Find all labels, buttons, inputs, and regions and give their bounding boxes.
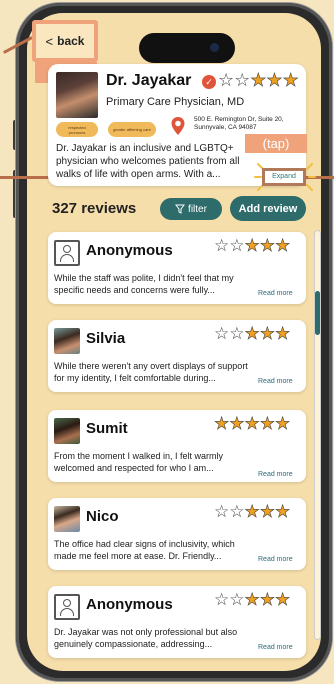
review-rating-stars: ☆☆★★★ xyxy=(214,236,291,256)
star-filled-icon: ★ xyxy=(244,236,260,256)
read-more-link[interactable]: Read more xyxy=(258,556,293,563)
verified-check-icon: ✓ xyxy=(202,75,216,89)
doctor-title: Primary Care Physician, MD xyxy=(106,96,245,108)
review-rating-stars: ☆☆★★★ xyxy=(214,324,291,344)
reviewer-avatar xyxy=(54,328,80,354)
reviewer-name: Nico xyxy=(86,508,119,525)
star-filled-icon: ★ xyxy=(259,236,275,256)
reviewer-name: Sumit xyxy=(86,420,128,437)
anonymous-avatar-icon xyxy=(54,240,80,266)
review-rating-stars: ☆☆★★★ xyxy=(214,590,291,610)
star-filled-icon: ★ xyxy=(244,502,260,522)
star-empty-icon: ☆ xyxy=(214,236,230,255)
reviewer-name: Anonymous xyxy=(86,242,173,259)
reviews-count: 327 reviews xyxy=(52,200,137,217)
star-filled-icon: ★ xyxy=(250,70,267,91)
read-more-link[interactable]: Read more xyxy=(258,644,293,651)
filter-label: filter xyxy=(188,203,207,215)
star-empty-icon: ☆ xyxy=(214,590,230,609)
map-pin-icon xyxy=(171,117,185,135)
reviewer-avatar xyxy=(54,506,80,532)
reviewer-name: Silvia xyxy=(86,330,126,347)
star-filled-icon: ★ xyxy=(244,324,260,344)
review-rating-stars: ☆☆★★★ xyxy=(214,502,291,522)
tap-annotation-expand: (tap) xyxy=(245,134,307,153)
anonymous-avatar-icon xyxy=(54,594,80,620)
star-filled-icon: ★ xyxy=(229,414,245,434)
badge-respected-pronouns: respected pronouns xyxy=(56,122,98,137)
dynamic-island xyxy=(139,33,235,63)
star-filled-icon: ★ xyxy=(259,590,275,610)
chevron-left-icon: < xyxy=(45,33,54,49)
review-text: Dr. Jayakar was not only professional bu… xyxy=(54,627,238,649)
filter-funnel-icon xyxy=(175,204,186,214)
review-text: While there weren't any overt displays o… xyxy=(54,361,248,383)
review-text: The office had clear signs of inclusivit… xyxy=(54,539,235,561)
filter-button[interactable]: filter xyxy=(160,198,222,220)
star-empty-icon: ☆ xyxy=(229,502,245,521)
doctor-name: Dr. Jayakar xyxy=(106,72,192,89)
star-filled-icon: ★ xyxy=(266,70,283,91)
read-more-link[interactable]: Read more xyxy=(258,471,293,478)
star-empty-icon: ☆ xyxy=(229,324,245,343)
doctor-rating-stars: ☆☆★★★ xyxy=(218,70,299,91)
star-empty-icon: ☆ xyxy=(234,70,251,90)
doctor-photo xyxy=(56,72,98,118)
review-card[interactable]: Silvia ☆☆★★★ While there weren't any ove… xyxy=(48,320,306,392)
star-filled-icon: ★ xyxy=(275,236,291,256)
review-text: From the moment I walked in, I felt warm… xyxy=(54,451,224,473)
star-empty-icon: ☆ xyxy=(214,502,230,521)
doctor-address: 500 E. Remington Dr, Suite 20, Sunnyvale… xyxy=(194,116,284,131)
star-filled-icon: ★ xyxy=(275,590,291,610)
reviewer-avatar xyxy=(54,418,80,444)
star-empty-icon: ☆ xyxy=(218,70,235,90)
star-filled-icon: ★ xyxy=(275,324,291,344)
star-filled-icon: ★ xyxy=(259,324,275,344)
star-filled-icon: ★ xyxy=(275,502,291,522)
doctor-card: Dr. Jayakar ✓ ☆☆★★★ Primary Care Physici… xyxy=(48,64,316,191)
star-empty-icon: ☆ xyxy=(229,236,245,255)
review-card[interactable]: Nico ☆☆★★★ The office had clear signs of… xyxy=(48,498,306,570)
star-filled-icon: ★ xyxy=(259,414,275,434)
review-text: While the staff was polite, I didn't fee… xyxy=(54,273,234,295)
scrollbar[interactable] xyxy=(314,230,321,640)
expand-button[interactable]: Expand xyxy=(262,168,306,186)
doctor-bio: Dr. Jayakar is an inclusive and LGBTQ+ p… xyxy=(56,143,240,180)
star-filled-icon: ★ xyxy=(244,590,260,610)
star-filled-icon: ★ xyxy=(275,414,291,434)
star-filled-icon: ★ xyxy=(282,70,299,91)
badge-gender-affirming-care: gender affirming care xyxy=(108,122,156,137)
back-label: back xyxy=(57,34,85,48)
review-rating-stars: ★★★★★ xyxy=(214,414,291,434)
read-more-link[interactable]: Read more xyxy=(258,290,293,297)
add-review-button[interactable]: Add review xyxy=(230,196,306,221)
review-card[interactable]: Anonymous ☆☆★★★ Dr. Jayakar was not only… xyxy=(48,586,306,658)
read-more-link[interactable]: Read more xyxy=(258,378,293,385)
star-filled-icon: ★ xyxy=(214,414,230,434)
review-card[interactable]: Sumit ★★★★★ From the moment I walked in,… xyxy=(48,410,306,482)
scrollbar-thumb[interactable] xyxy=(315,291,320,335)
back-button[interactable]: < back xyxy=(32,20,98,62)
star-empty-icon: ☆ xyxy=(214,324,230,343)
review-card[interactable]: Anonymous ☆☆★★★ While the staff was poli… xyxy=(48,232,306,304)
star-empty-icon: ☆ xyxy=(229,590,245,609)
reviewer-name: Anonymous xyxy=(86,596,173,613)
app-canvas: < back (tap) Dr. Jayakar ✓ ☆☆★★★ Primary… xyxy=(0,0,334,684)
star-filled-icon: ★ xyxy=(244,414,260,434)
star-filled-icon: ★ xyxy=(259,502,275,522)
